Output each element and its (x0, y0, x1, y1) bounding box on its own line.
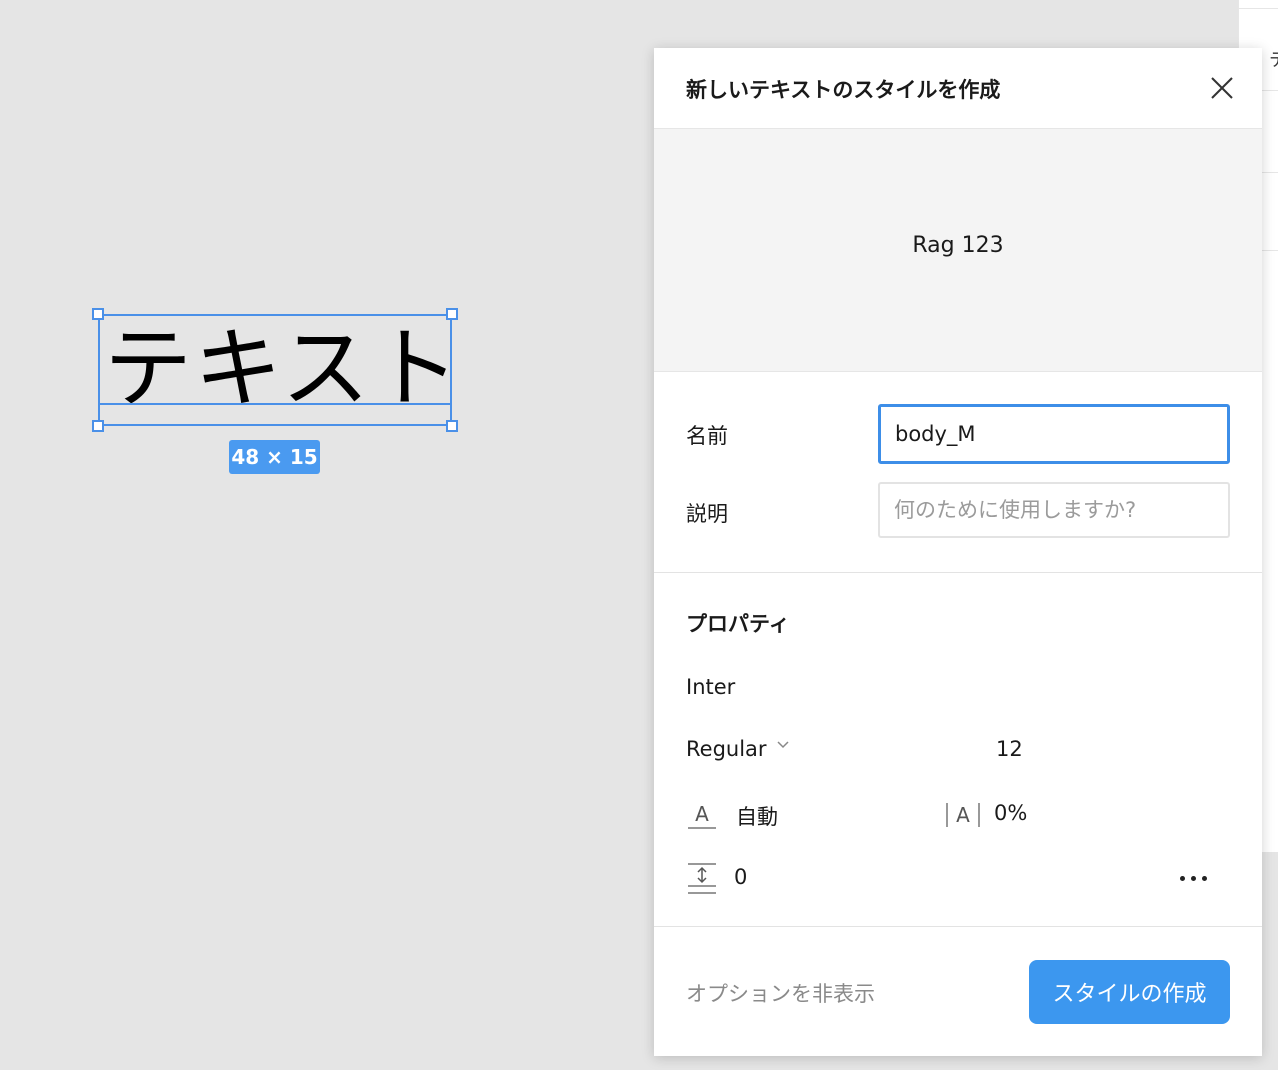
name-label: 名前 (686, 424, 728, 448)
selected-text-layer[interactable]: テキスト (98, 314, 459, 426)
create-text-style-dialog: 新しいテキストのスタイルを作成 Rag 123 名前 説明 プロパティ Inte… (654, 48, 1262, 1056)
dialog-header: 新しいテキストのスタイルを作成 (654, 48, 1262, 129)
panel-edge-text: テ (1269, 46, 1278, 72)
svg-text:A: A (695, 802, 709, 826)
properties-title: プロパティ (686, 612, 790, 636)
close-icon (1211, 77, 1233, 99)
panel-divider (1239, 8, 1278, 9)
style-preview: Rag 123 (654, 129, 1262, 372)
name-input[interactable] (878, 404, 1230, 464)
section-divider (654, 926, 1262, 927)
dialog-title: 新しいテキストのスタイルを作成 (686, 78, 1001, 102)
preview-text: Rag 123 (912, 233, 1004, 258)
resize-handle-top-right[interactable] (446, 308, 458, 320)
line-height-input[interactable]: 自動 (736, 801, 778, 831)
more-options-button[interactable] (1174, 863, 1214, 893)
create-style-button[interactable]: スタイルの作成 (1029, 960, 1230, 1024)
line-height-icon: A (688, 802, 716, 829)
paragraph-spacing-input[interactable]: 0 (734, 865, 747, 889)
size-badge: 48 × 15 (229, 440, 320, 474)
resize-handle-top-left[interactable] (92, 308, 104, 320)
font-size-input[interactable]: 12 (996, 737, 1023, 761)
close-button[interactable] (1202, 68, 1242, 108)
text-layer-content: テキスト (104, 317, 462, 420)
description-label: 説明 (686, 502, 728, 526)
letter-spacing-icon: A (946, 803, 980, 827)
hide-options-link[interactable]: オプションを非表示 (686, 978, 875, 1008)
svg-text:A: A (956, 803, 970, 827)
resize-handle-bottom-right[interactable] (446, 420, 458, 432)
letter-spacing-input[interactable]: 0% (994, 801, 1027, 825)
chevron-down-icon[interactable] (776, 740, 790, 750)
text-baseline (100, 403, 450, 405)
paragraph-spacing-icon (688, 863, 716, 894)
font-weight-select[interactable]: Regular (686, 737, 767, 761)
font-family-select[interactable]: Inter (686, 675, 735, 699)
resize-handle-bottom-left[interactable] (92, 420, 104, 432)
description-input[interactable] (878, 482, 1230, 538)
section-divider (654, 572, 1262, 573)
